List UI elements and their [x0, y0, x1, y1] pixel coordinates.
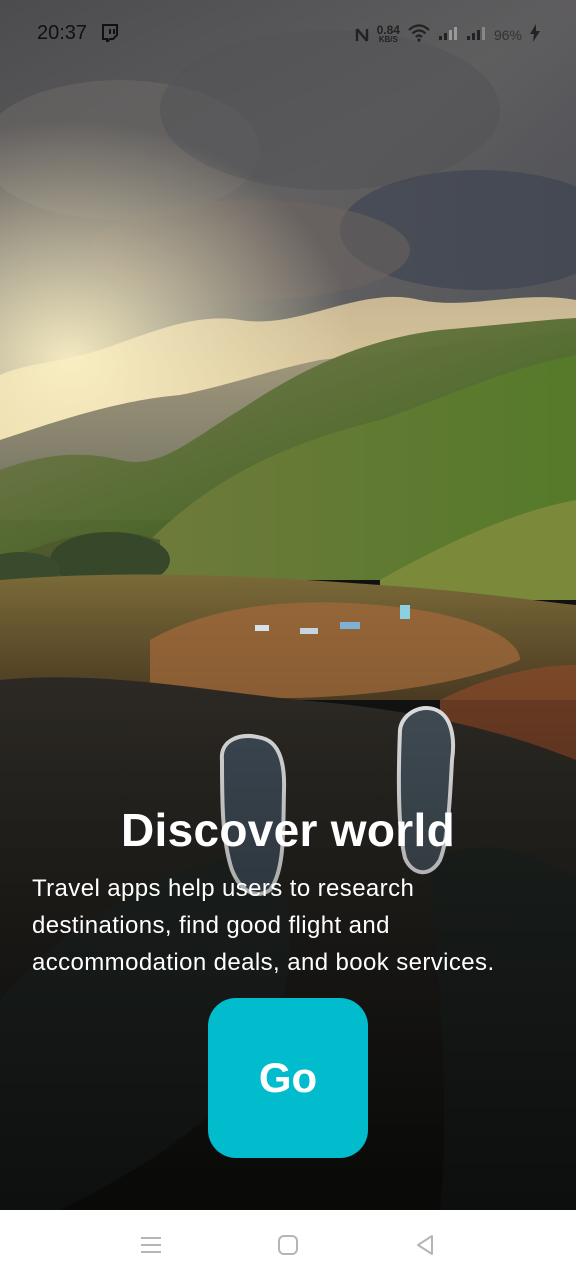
- page-title: Discover world: [121, 804, 455, 856]
- description-text: Travel apps help users to research desti…: [32, 875, 495, 976]
- status-icons-group: 0.84 KB/S 96%: [355, 20, 540, 50]
- network-speed-unit: KB/S: [378, 35, 398, 44]
- status-time: 20:37: [37, 22, 88, 44]
- network-speed: 0.84 KB/S: [376, 23, 400, 45]
- charging-bolt-icon: [530, 23, 540, 47]
- back-triangle-icon[interactable]: [410, 1230, 440, 1260]
- twitch-icon: [101, 24, 119, 45]
- signal-icon: [466, 25, 486, 46]
- nfc-icon: [355, 26, 369, 44]
- go-button[interactable]: Go: [208, 998, 368, 1158]
- system-nav-bar: [0, 1210, 576, 1280]
- menu-icon[interactable]: [136, 1230, 166, 1260]
- screen: 20:37 0.84 KB/S 96% Discover world Trave…: [0, 0, 576, 1280]
- status-bar: 20:37 0.84 KB/S 96%: [0, 0, 576, 70]
- home-square-icon[interactable]: [273, 1230, 303, 1260]
- wifi-icon: [408, 23, 430, 47]
- signal-icon: [438, 25, 458, 46]
- battery-level: 96%: [493, 27, 522, 43]
- network-speed-value: 0.84: [376, 23, 400, 37]
